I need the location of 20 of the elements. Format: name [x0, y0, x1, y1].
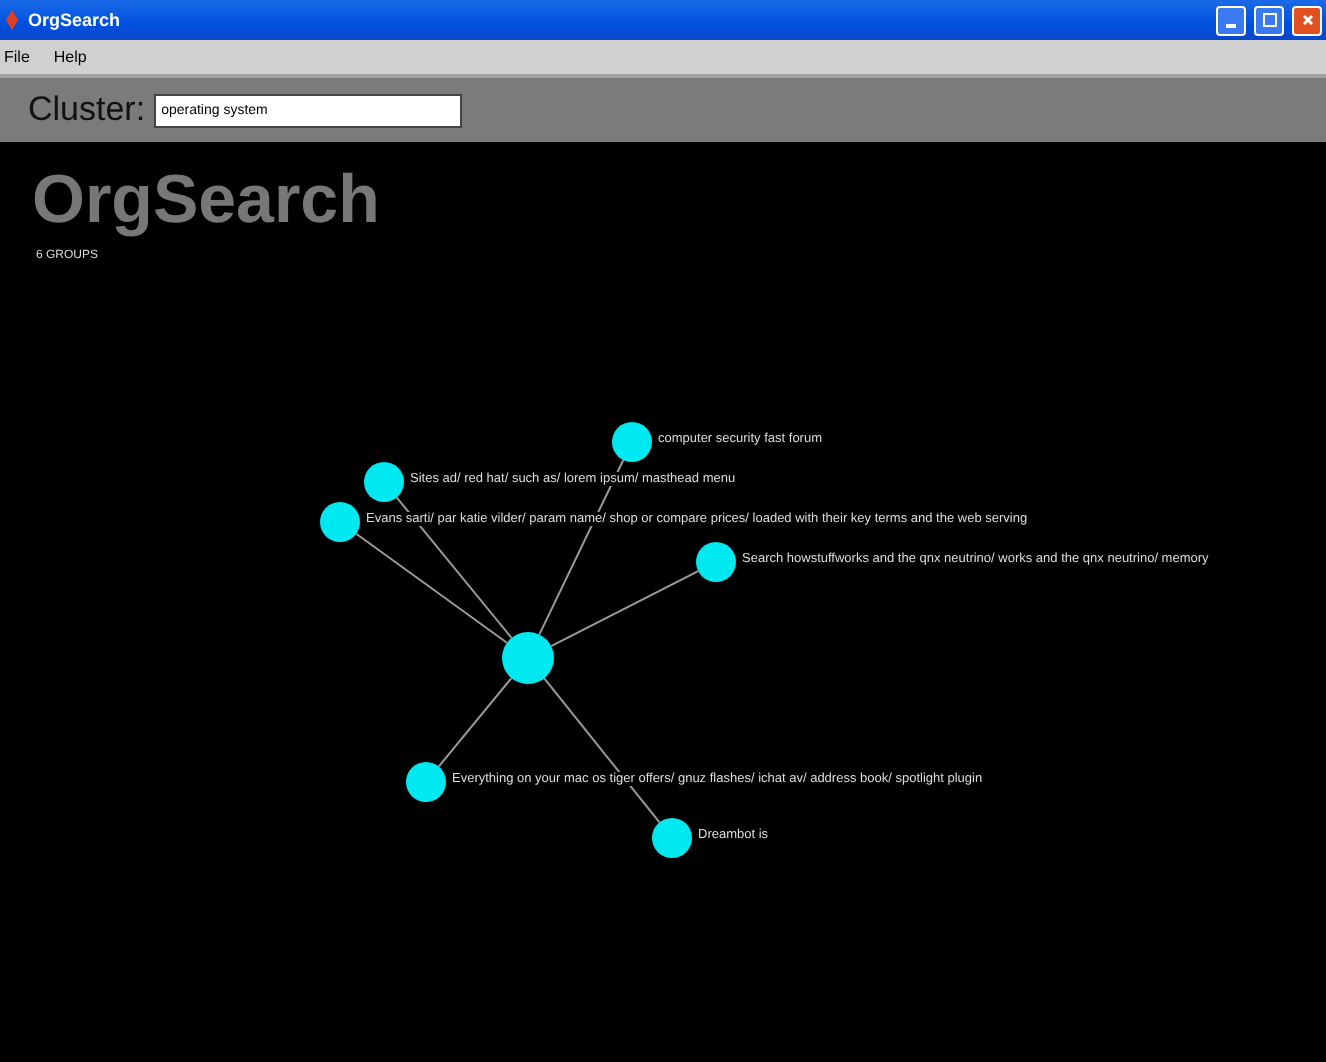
- cluster-node[interactable]: [652, 818, 692, 858]
- minimize-icon: [1226, 23, 1236, 27]
- menu-item[interactable]: File: [4, 48, 30, 66]
- cluster-node[interactable]: [612, 422, 652, 462]
- close-button[interactable]: [1292, 5, 1322, 35]
- maximize-icon: [1259, 10, 1279, 30]
- window-title: OrgSearch: [28, 10, 121, 30]
- minimize-button[interactable]: [1216, 5, 1246, 35]
- maximize-button[interactable]: [1254, 5, 1284, 35]
- cluster-node[interactable]: [406, 762, 446, 802]
- center-node[interactable]: [502, 632, 554, 684]
- cluster-node[interactable]: [696, 542, 736, 582]
- app-logo: OrgSearch: [32, 162, 380, 240]
- cluster-node[interactable]: [320, 502, 360, 542]
- cluster-node[interactable]: [364, 462, 404, 502]
- app-icon: [4, 10, 20, 30]
- cluster-label: Cluster:: [28, 90, 146, 130]
- menu-item[interactable]: Help: [53, 48, 87, 66]
- close-icon: [1301, 10, 1313, 30]
- edge-line: [437, 677, 513, 768]
